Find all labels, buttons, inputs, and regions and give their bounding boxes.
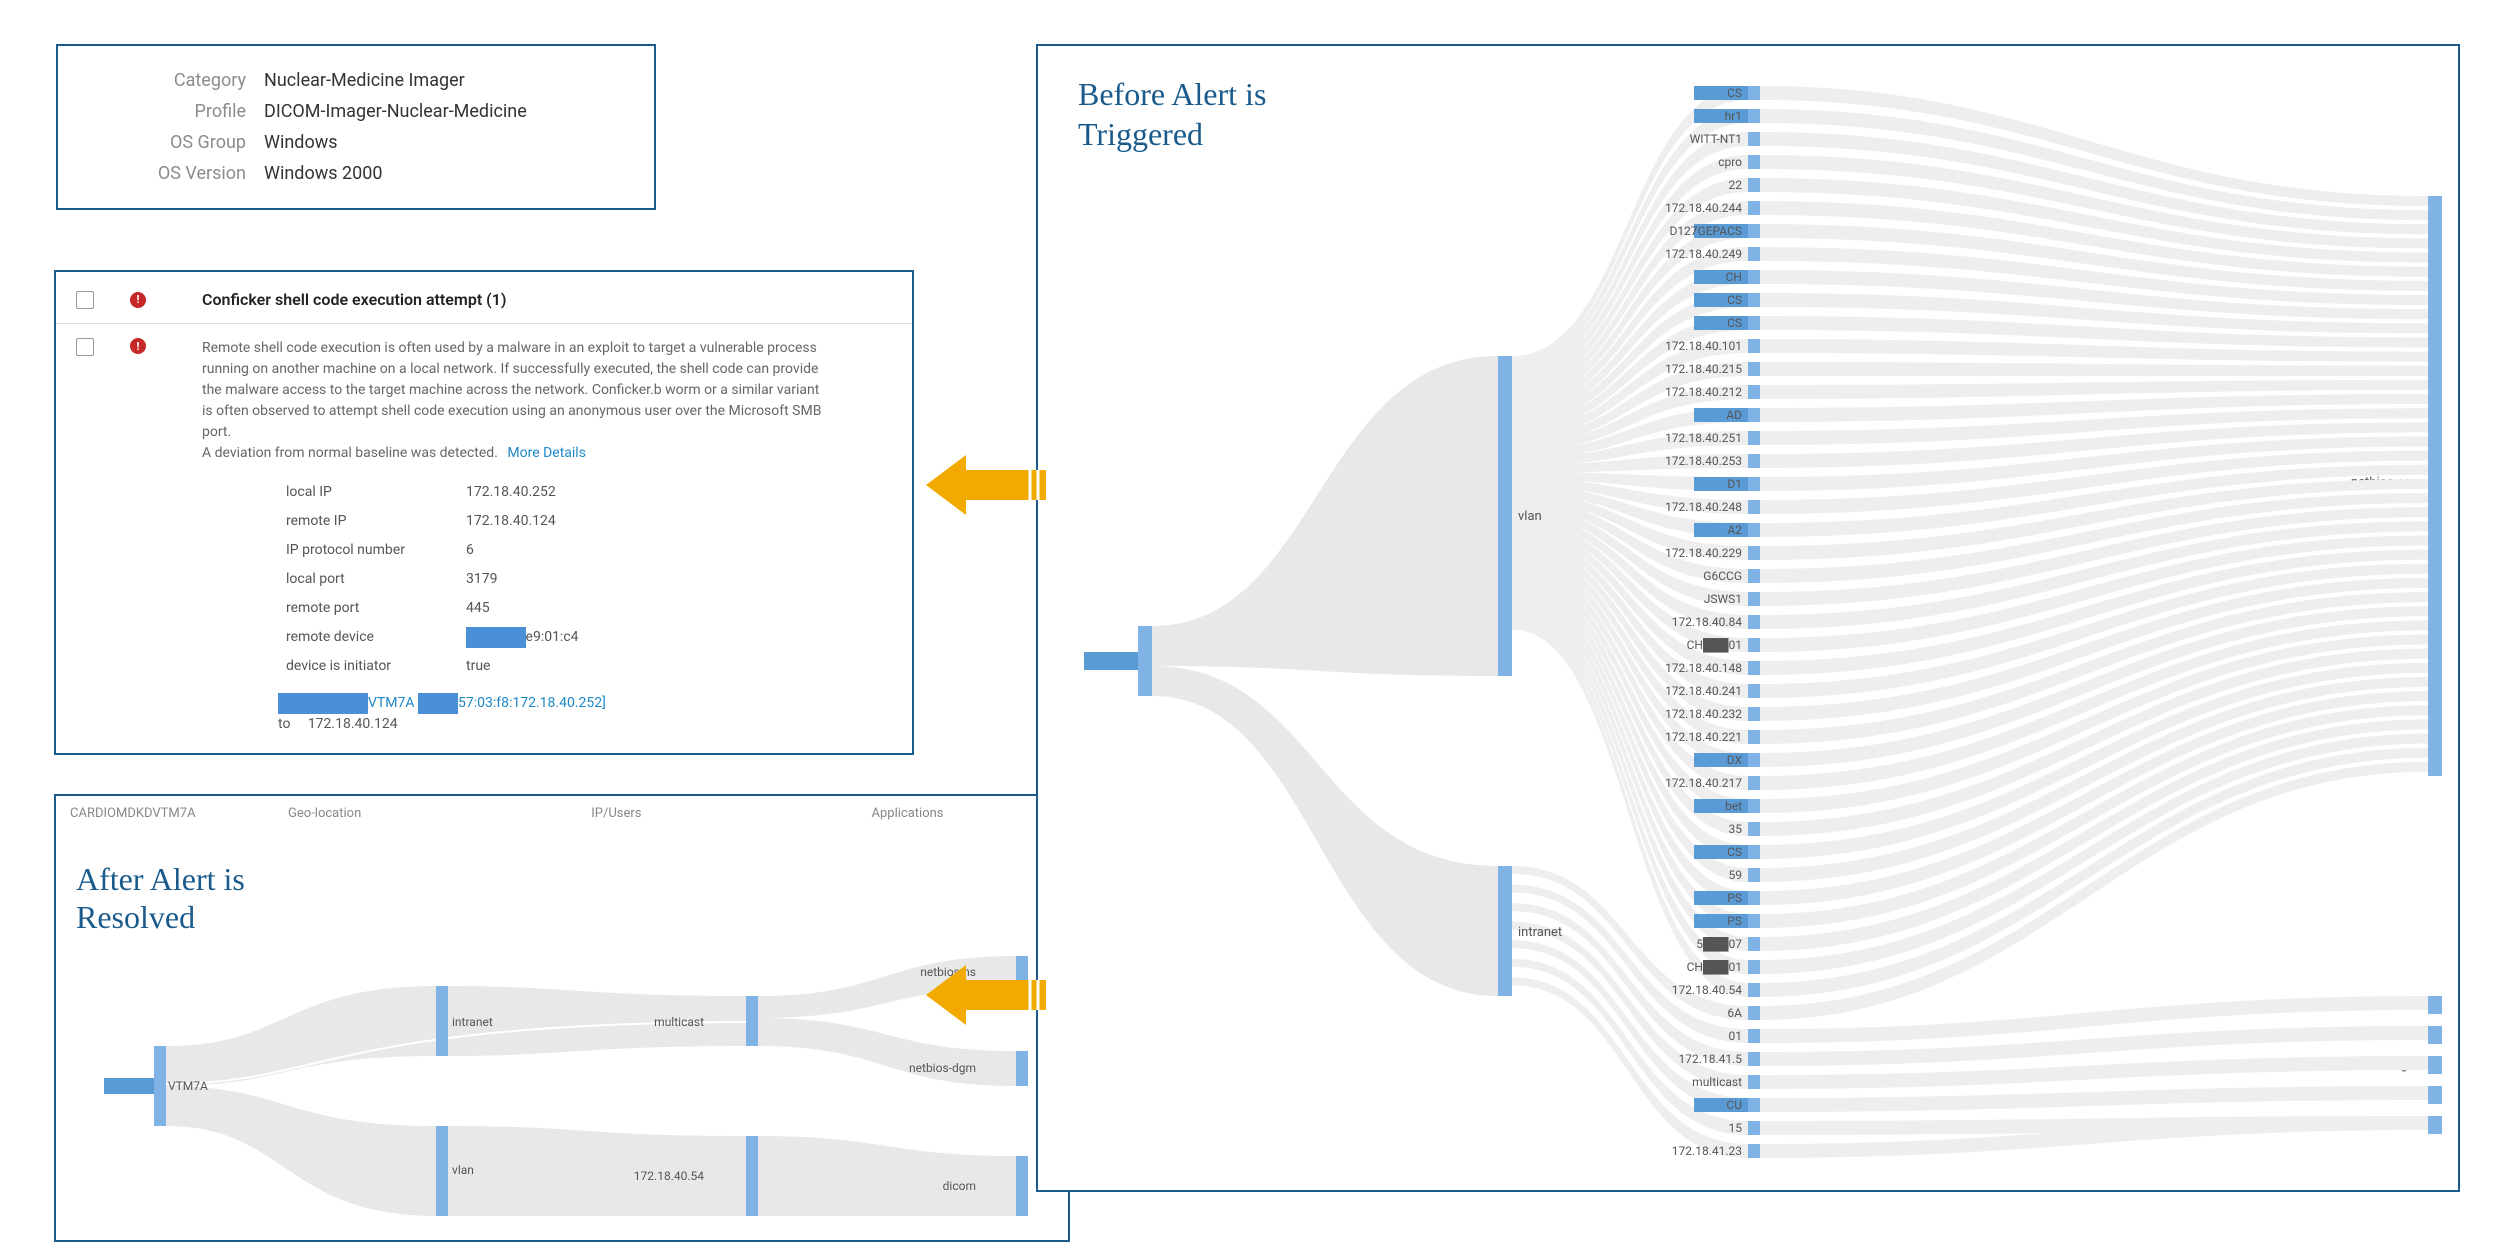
svg-text:vlan: vlan xyxy=(452,1163,474,1177)
svg-text:intranet: intranet xyxy=(452,1015,493,1029)
svg-text:dicom: dicom xyxy=(943,1179,976,1193)
col-applications: Applications xyxy=(872,806,944,824)
svg-text:172.18.40.217: 172.18.40.217 xyxy=(1665,776,1742,790)
svg-text:172.18.40.54: 172.18.40.54 xyxy=(634,1169,704,1183)
value-profile: DICOM-Imager-Nuclear-Medicine xyxy=(264,101,527,122)
device-info-card: Category Nuclear-Medicine Imager Profile… xyxy=(56,44,656,210)
svg-text:172.18.40.221: 172.18.40.221 xyxy=(1665,730,1742,744)
svg-text:D1: D1 xyxy=(1727,477,1742,491)
svg-text:multicast: multicast xyxy=(654,1015,704,1029)
svg-text:59: 59 xyxy=(1729,868,1743,882)
after-alert-panel: CARDIOMDKDVTM7A Geo-location IP/Users Ap… xyxy=(54,794,1070,1242)
label-profile: Profile xyxy=(86,101,246,122)
alert-title: Conficker shell code execution attempt (… xyxy=(202,290,506,309)
svg-text:DX: DX xyxy=(1727,753,1743,767)
svg-text:172.18.40.215: 172.18.40.215 xyxy=(1665,362,1742,376)
arrow-to-alert xyxy=(926,450,1046,520)
alert-severity-icon: ! xyxy=(130,292,146,308)
svg-text:vlan: vlan xyxy=(1518,509,1542,524)
label-osver: OS Version xyxy=(86,163,246,184)
before-alert-panel: Before Alert isTriggered VTM7A vlan intr… xyxy=(1036,44,2460,1192)
svg-text:01: 01 xyxy=(1729,1029,1743,1043)
alert-item-severity-icon: ! xyxy=(130,338,146,354)
alert-kv-table: local IP172.18.40.252 remote IP172.18.40… xyxy=(286,482,822,677)
svg-text:172.18.40.241: 172.18.40.241 xyxy=(1665,684,1742,698)
svg-text:172.18.40.249: 172.18.40.249 xyxy=(1665,247,1742,261)
alert-description: Remote shell code execution is often use… xyxy=(202,338,822,735)
svg-text:AD: AD xyxy=(1726,408,1742,422)
svg-text:35: 35 xyxy=(1729,822,1743,836)
svg-text:CS: CS xyxy=(1727,293,1742,307)
svg-text:JSWS1: JSWS1 xyxy=(1704,592,1742,606)
value-category: Nuclear-Medicine Imager xyxy=(264,70,465,91)
footer-device-link[interactable]: VTM7A xyxy=(368,695,415,711)
svg-text:172.18.41.5: 172.18.41.5 xyxy=(1679,1052,1743,1066)
svg-text:5███07: 5███07 xyxy=(1696,937,1742,952)
svg-text:172.18.40.251: 172.18.40.251 xyxy=(1665,431,1742,445)
svg-text:172.18.40.212: 172.18.40.212 xyxy=(1665,385,1742,399)
svg-text:172.18.40.101: 172.18.40.101 xyxy=(1665,339,1742,353)
svg-text:172.18.40.244: 172.18.40.244 xyxy=(1665,201,1742,215)
svg-text:VTM7A: VTM7A xyxy=(168,1079,208,1093)
svg-text:CS: CS xyxy=(1727,316,1742,330)
svg-text:WITT-NT1: WITT-NT1 xyxy=(1690,132,1742,146)
svg-text:intranet: intranet xyxy=(1518,925,1562,940)
svg-text:CH: CH xyxy=(1726,270,1742,284)
alert-item-checkbox[interactable] xyxy=(76,338,94,356)
svg-text:172.18.40.253: 172.18.40.253 xyxy=(1665,454,1742,468)
svg-text:hr1: hr1 xyxy=(1725,109,1742,123)
svg-text:172.18.41.23: 172.18.41.23 xyxy=(1672,1144,1742,1158)
svg-text:172.18.40.248: 172.18.40.248 xyxy=(1665,500,1742,514)
label-osgroup: OS Group xyxy=(86,132,246,153)
svg-text:D127GEPACS: D127GEPACS xyxy=(1669,224,1742,238)
label-category: Category xyxy=(86,70,246,91)
svg-text:172.18.40.148: 172.18.40.148 xyxy=(1665,661,1742,675)
svg-text:15: 15 xyxy=(1729,1121,1743,1135)
svg-text:G6CCG: G6CCG xyxy=(1703,569,1742,583)
svg-text:bet: bet xyxy=(1725,799,1742,813)
svg-text:172.18.40.229: 172.18.40.229 xyxy=(1665,546,1742,560)
before-sankey: VTM7A vlan intranet CShr1WITT-NT1cpro221… xyxy=(1058,66,2448,1186)
svg-text:CH███01: CH███01 xyxy=(1687,638,1742,653)
svg-text:6A: 6A xyxy=(1727,1006,1742,1020)
after-device-name: CARDIOMDKDVTM7A xyxy=(70,806,196,824)
svg-text:netbios-dgm: netbios-dgm xyxy=(909,1061,976,1075)
svg-text:172.18.40.232: 172.18.40.232 xyxy=(1665,707,1742,721)
alert-panel: ! Conficker shell code execution attempt… xyxy=(54,270,914,755)
svg-text:CS: CS xyxy=(1727,845,1742,859)
col-geolocation: Geo-location xyxy=(288,806,361,824)
svg-text:172.18.40.54: 172.18.40.54 xyxy=(1672,983,1742,997)
alert-checkbox[interactable] xyxy=(76,291,94,309)
after-sankey: VTM7A intranet vlan multicast 172.18.40.… xyxy=(66,926,1056,1236)
value-osgroup: Windows xyxy=(264,132,338,153)
svg-text:22: 22 xyxy=(1729,178,1743,192)
svg-text:PS: PS xyxy=(1727,914,1742,928)
svg-text:A2: A2 xyxy=(1727,523,1742,537)
svg-text:CH███01: CH███01 xyxy=(1687,960,1742,975)
col-ipusers: IP/Users xyxy=(591,806,641,824)
svg-text:cpro: cpro xyxy=(1718,155,1742,169)
value-osver: Windows 2000 xyxy=(264,163,382,184)
svg-text:CU: CU xyxy=(1726,1098,1742,1112)
arrow-to-after xyxy=(926,960,1046,1030)
svg-text:multicast: multicast xyxy=(1692,1075,1742,1089)
svg-text:172.18.40.84: 172.18.40.84 xyxy=(1672,615,1742,629)
more-details-link[interactable]: More Details xyxy=(507,445,586,461)
svg-text:CS: CS xyxy=(1727,86,1742,100)
svg-text:PS: PS xyxy=(1727,891,1742,905)
